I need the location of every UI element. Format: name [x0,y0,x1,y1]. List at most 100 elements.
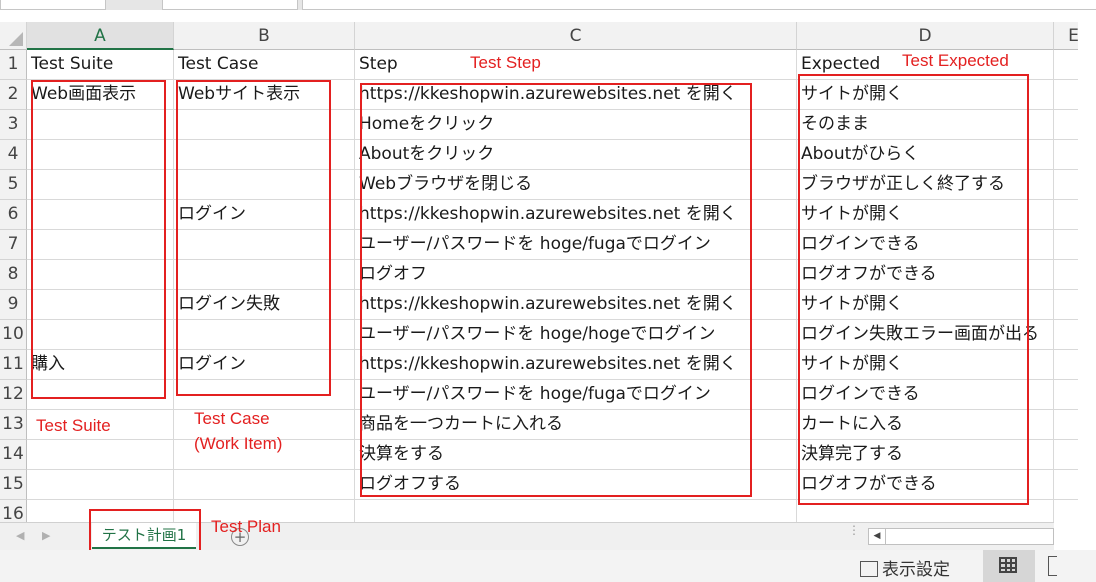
cell-e3[interactable] [1054,110,1078,140]
cell-d3[interactable]: そのまま [797,110,1054,140]
cell-a5[interactable] [27,170,174,200]
cell-e6[interactable] [1054,200,1078,230]
cell-b5[interactable] [174,170,355,200]
row-header[interactable]: 6 [0,200,27,230]
scroll-left-icon[interactable]: ◀ [869,529,886,544]
cell-e4[interactable] [1054,140,1078,170]
cell-d9[interactable]: サイトが開く [797,290,1054,320]
name-box[interactable] [0,0,106,10]
formula-input[interactable] [302,0,1096,10]
cell-e14[interactable] [1054,440,1078,470]
view-settings-button[interactable]: 表示設定 [860,555,950,580]
cell-c6[interactable]: https://kkeshopwin.azurewebsites.net を開く [355,200,797,230]
cell-d14[interactable]: 決算完了する [797,440,1054,470]
cell-c9[interactable]: https://kkeshopwin.azurewebsites.net を開く [355,290,797,320]
cell-c15[interactable]: ログオフする [355,470,797,500]
row-header[interactable]: 10 [0,320,27,350]
cell-e10[interactable] [1054,320,1078,350]
cell-b12[interactable] [174,380,355,410]
cell-c10[interactable]: ユーザー/パスワードを hoge/hogeでログイン [355,320,797,350]
cell-d11[interactable]: サイトが開く [797,350,1054,380]
column-header-b[interactable]: B [174,22,355,50]
cell-b7[interactable] [174,230,355,260]
row-header[interactable]: 12 [0,380,27,410]
row-header[interactable]: 3 [0,110,27,140]
row-header[interactable]: 1 [0,50,27,80]
row-header[interactable]: 13 [0,410,27,440]
cell-b15[interactable] [174,470,355,500]
cell-e2[interactable] [1054,80,1078,110]
row-header[interactable]: 14 [0,440,27,470]
cell-d8[interactable]: ログオフができる [797,260,1054,290]
cell-c1[interactable]: Step [355,50,797,80]
page-layout-icon[interactable] [1048,556,1057,576]
column-header-e[interactable]: E [1054,22,1078,50]
row-header[interactable]: 5 [0,170,27,200]
cell-a8[interactable] [27,260,174,290]
cell-b4[interactable] [174,140,355,170]
normal-view-button[interactable] [983,550,1035,582]
cell-b2[interactable]: Webサイト表示 [174,80,355,110]
cell-a11[interactable]: 購入 [27,350,174,380]
cell-a4[interactable] [27,140,174,170]
cell-d2[interactable]: サイトが開く [797,80,1054,110]
cell-a12[interactable] [27,380,174,410]
cell-a1[interactable]: Test Suite [27,50,174,80]
cell-e7[interactable] [1054,230,1078,260]
cell-b8[interactable] [174,260,355,290]
cell-c11[interactable]: https://kkeshopwin.azurewebsites.net を開く [355,350,797,380]
cell-a14[interactable] [27,440,174,470]
cell-b1[interactable]: Test Case [174,50,355,80]
cell-a9[interactable] [27,290,174,320]
cell-a16[interactable] [27,500,174,522]
cell-c13[interactable]: 商品を一つカートに入れる [355,410,797,440]
column-header-d[interactable]: D [797,22,1054,50]
cell-d6[interactable]: サイトが開く [797,200,1054,230]
cell-d12[interactable]: ログインできる [797,380,1054,410]
cell-e15[interactable] [1054,470,1078,500]
row-header[interactable]: 7 [0,230,27,260]
cell-b9[interactable]: ログイン失敗 [174,290,355,320]
cell-a3[interactable] [27,110,174,140]
scroll-split-handle-icon[interactable]: ⋮ [848,524,860,536]
cell-c5[interactable]: Webブラウザを閉じる [355,170,797,200]
cell-d4[interactable]: Aboutがひらく [797,140,1054,170]
cell-c12[interactable]: ユーザー/パスワードを hoge/fugaでログイン [355,380,797,410]
column-header-a[interactable]: A [27,22,174,50]
row-header[interactable]: 4 [0,140,27,170]
cell-a10[interactable] [27,320,174,350]
column-header-c[interactable]: C [355,22,797,50]
cell-a15[interactable] [27,470,174,500]
cell-a6[interactable] [27,200,174,230]
worksheet-grid[interactable]: ABCDE 1 2 3 4 5 6 7 8 9 10 11 12 13 14 15 16 Test Suite… [0,22,1078,522]
row-header[interactable]: 2 [0,80,27,110]
row-header[interactable]: 16 [0,500,27,522]
cell-b11[interactable]: ログイン [174,350,355,380]
row-header[interactable]: 8 [0,260,27,290]
cell-b6[interactable]: ログイン [174,200,355,230]
row-header[interactable]: 15 [0,470,27,500]
next-sheet-icon[interactable]: ▶ [42,529,50,542]
cell-d15[interactable]: ログオフができる [797,470,1054,500]
row-header[interactable]: 9 [0,290,27,320]
cell-b3[interactable] [174,110,355,140]
cell-a7[interactable] [27,230,174,260]
cell-b10[interactable] [174,320,355,350]
cell-e8[interactable] [1054,260,1078,290]
cell-e5[interactable] [1054,170,1078,200]
cell-a2[interactable]: Web画面表示 [27,80,174,110]
prev-sheet-icon[interactable]: ◀ [16,529,24,542]
cell-e9[interactable] [1054,290,1078,320]
formula-controls[interactable] [162,0,298,10]
cell-c14[interactable]: 決算をする [355,440,797,470]
cell-d16[interactable] [797,500,1054,522]
cell-d7[interactable]: ログインできる [797,230,1054,260]
cell-c3[interactable]: Homeをクリック [355,110,797,140]
cell-c16[interactable] [355,500,797,522]
select-all-button[interactable] [0,22,27,50]
cell-e12[interactable] [1054,380,1078,410]
cell-c8[interactable]: ログオフ [355,260,797,290]
cell-e13[interactable] [1054,410,1078,440]
cell-c4[interactable]: Aboutをクリック [355,140,797,170]
cell-d10[interactable]: ログイン失敗エラー画面が出る [797,320,1054,350]
